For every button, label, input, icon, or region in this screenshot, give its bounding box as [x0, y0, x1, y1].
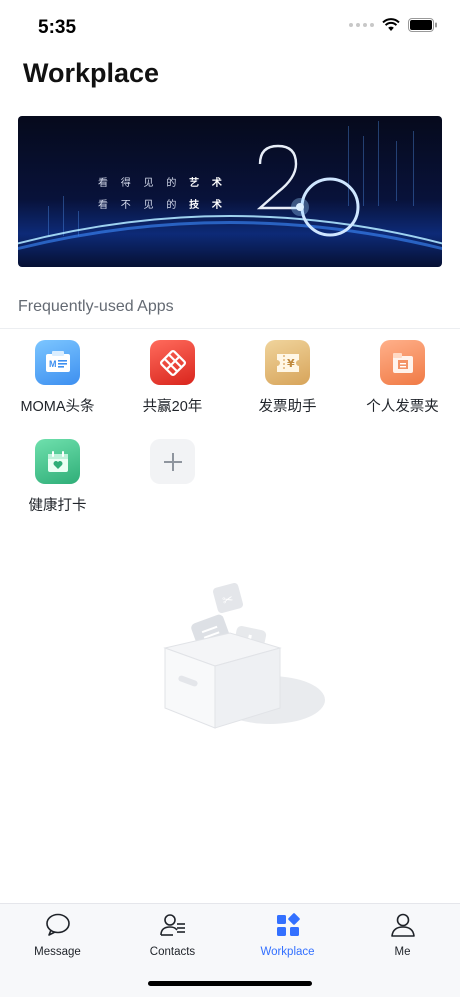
- contacts-icon: [159, 914, 185, 936]
- svg-text:M: M: [49, 359, 57, 369]
- app-win-together[interactable]: 共赢20年: [115, 340, 230, 416]
- banner-line-2-text: 看 不 见 的: [98, 200, 190, 211]
- tab-label: Me: [394, 946, 411, 958]
- add-icon: [150, 439, 195, 484]
- app-moma-news[interactable]: M MOMA头条: [0, 340, 115, 416]
- app-health-checkin[interactable]: 健康打卡: [0, 439, 115, 515]
- status-icons: [349, 18, 438, 32]
- section-title: Frequently-used Apps: [18, 298, 174, 315]
- banner-line-1: 看 得 见 的 艺 术: [98, 174, 227, 189]
- banner-line-2: 看 不 见 的 技 术: [98, 196, 227, 211]
- tab-me[interactable]: Me: [345, 912, 460, 958]
- tab-label: Contacts: [149, 946, 196, 958]
- app-label: 个人发票夹: [366, 399, 439, 415]
- svg-text:¥: ¥: [287, 357, 295, 370]
- workplace-icon: [276, 913, 300, 936]
- status-time: 5:35: [38, 17, 77, 38]
- health-checkin-icon: [35, 439, 80, 484]
- tab-message[interactable]: Message: [0, 912, 115, 958]
- app-label: 发票助手: [258, 399, 317, 415]
- app-label: 健康打卡: [28, 498, 87, 514]
- home-indicator: [148, 981, 312, 986]
- invoice-assistant-icon: ¥: [265, 340, 310, 385]
- banner-art: [18, 121, 442, 267]
- banner-line-1-bold: 艺 术: [189, 178, 227, 189]
- app-invoice-assistant[interactable]: ¥ 发票助手: [230, 340, 345, 416]
- status-bar: 5:35: [0, 0, 460, 54]
- banner-line-1-text: 看 得 见 的: [98, 178, 190, 189]
- wifi-icon: [382, 18, 400, 31]
- message-icon: [45, 913, 70, 936]
- tab-label: Message: [34, 946, 81, 958]
- app-label: 共赢20年: [142, 399, 203, 415]
- tab-workplace[interactable]: Workplace: [230, 912, 345, 958]
- app-invoice-folder[interactable]: 个人发票夹: [345, 340, 460, 416]
- tab-label: Workplace: [260, 946, 315, 958]
- page-title: Workplace: [23, 58, 160, 88]
- moma-news-icon: M: [35, 340, 80, 385]
- signal-icon: [349, 23, 374, 27]
- banner-line-2-bold: 技 术: [189, 200, 227, 211]
- me-icon: [390, 913, 415, 937]
- invoice-folder-icon: [380, 340, 425, 385]
- divider: [0, 328, 460, 329]
- banner[interactable]: 看 得 见 的 艺 术 看 不 见 的 技 术: [18, 116, 442, 267]
- win-together-icon: [150, 340, 195, 385]
- battery-icon: [408, 18, 437, 32]
- empty-box-illustration: ✂: [163, 582, 325, 729]
- app-label: MOMA头条: [20, 399, 95, 415]
- add-app-button[interactable]: [115, 439, 230, 484]
- tab-contacts[interactable]: Contacts: [115, 912, 230, 958]
